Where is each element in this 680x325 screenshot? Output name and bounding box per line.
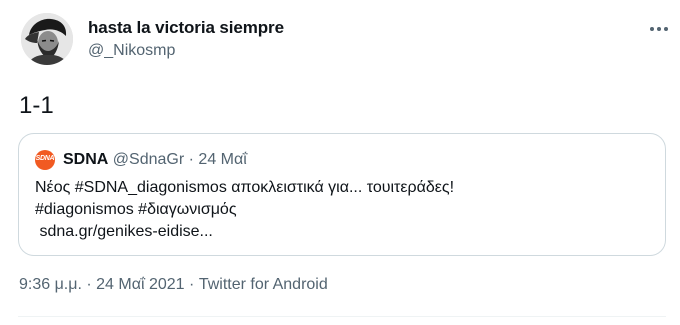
quoted-date[interactable]: 24 Μαΐ bbox=[198, 151, 246, 168]
more-options-icon[interactable] bbox=[648, 22, 670, 36]
sdna-logo-icon: SDNA bbox=[35, 150, 55, 170]
tweet-date[interactable]: 24 Μαΐ 2021 bbox=[96, 276, 184, 293]
dot bbox=[657, 27, 661, 31]
separator-dot: · bbox=[189, 276, 195, 293]
tweet-text: 1-1 bbox=[19, 92, 54, 119]
quoted-tweet-text: Νέος #SDNA_diagonismos αποκλειστικά για.… bbox=[35, 177, 454, 243]
quoted-line: Νέος #SDNA_diagonismos αποκλειστικά για.… bbox=[35, 179, 455, 196]
quoted-hashtags: #diagonismos #διαγωνισμός bbox=[35, 201, 237, 218]
dot bbox=[664, 27, 668, 31]
separator-dot: · bbox=[86, 276, 92, 293]
sdna-logo-text: SDNA bbox=[35, 155, 55, 162]
avatar[interactable] bbox=[21, 13, 73, 65]
dot bbox=[650, 27, 654, 31]
separator-dot: · bbox=[188, 151, 194, 168]
quoted-tweet[interactable]: SDNA SDNA @SdnaGr · 24 Μαΐ Νέος #SDNA_di… bbox=[18, 133, 666, 256]
user-handle[interactable]: @_Nikosmp bbox=[88, 41, 175, 61]
tweet-time[interactable]: 9:36 μ.μ. bbox=[19, 276, 82, 293]
profile-photo bbox=[21, 13, 73, 65]
quoted-author-handle[interactable]: @SdnaGr bbox=[113, 151, 184, 168]
quoted-tweet-header: SDNA @SdnaGr · 24 Μαΐ bbox=[63, 150, 247, 170]
display-name[interactable]: hasta la victoria siempre bbox=[88, 18, 284, 38]
quoted-link: sdna.gr/genikes-eidise... bbox=[35, 223, 213, 240]
tweet-source[interactable]: Twitter for Android bbox=[199, 276, 328, 293]
divider bbox=[18, 316, 666, 317]
quoted-author-name[interactable]: SDNA bbox=[63, 151, 108, 168]
tweet-metadata: 9:36 μ.μ. · 24 Μαΐ 2021 · Twitter for An… bbox=[19, 275, 328, 295]
